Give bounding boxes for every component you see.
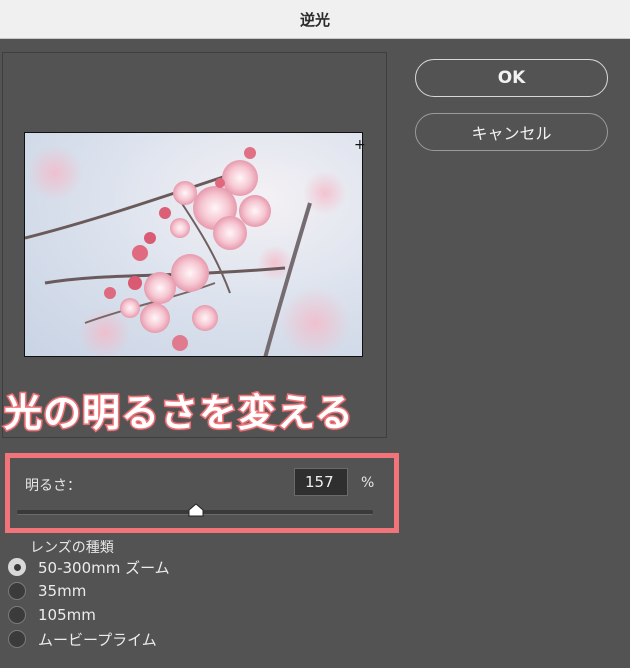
lens-type-label: レンズの種類 — [30, 540, 114, 556]
title-bar: 逆光 — [0, 0, 630, 39]
radio-button[interactable] — [8, 606, 26, 624]
radio-button[interactable] — [8, 630, 26, 648]
lens-option-zoom[interactable]: 50-300mm ズーム — [8, 556, 170, 578]
brightness-label: 明るさ： — [25, 478, 81, 494]
lens-option-label: ムービープライム — [38, 630, 157, 649]
lens-option-label: 50-300mm ズーム — [38, 558, 170, 577]
lens-option-label: 105mm — [38, 606, 96, 624]
annotation-text: 光の明るさを変える — [3, 389, 355, 436]
radio-button[interactable] — [8, 582, 26, 600]
cherry-blossom-image — [25, 145, 351, 356]
lens-option-105mm[interactable]: 105mm — [8, 604, 96, 626]
percent-unit: % — [361, 475, 375, 491]
lens-option-35mm[interactable]: 35mm — [8, 580, 86, 602]
brightness-slider[interactable] — [17, 503, 373, 517]
lens-option-movie-prime[interactable]: ムービープライム — [8, 628, 157, 650]
preview-image — [24, 132, 363, 357]
brightness-input[interactable] — [294, 468, 348, 496]
window-title: 逆光 — [299, 10, 330, 29]
lens-option-label: 35mm — [38, 582, 87, 600]
crosshair-icon[interactable]: + — [354, 138, 366, 152]
radio-button[interactable] — [8, 558, 26, 576]
cancel-button[interactable]: キャンセル — [415, 113, 608, 151]
annotation-banner: 光の明るさを変える — [0, 384, 355, 436]
ok-button[interactable]: OK — [415, 59, 608, 97]
